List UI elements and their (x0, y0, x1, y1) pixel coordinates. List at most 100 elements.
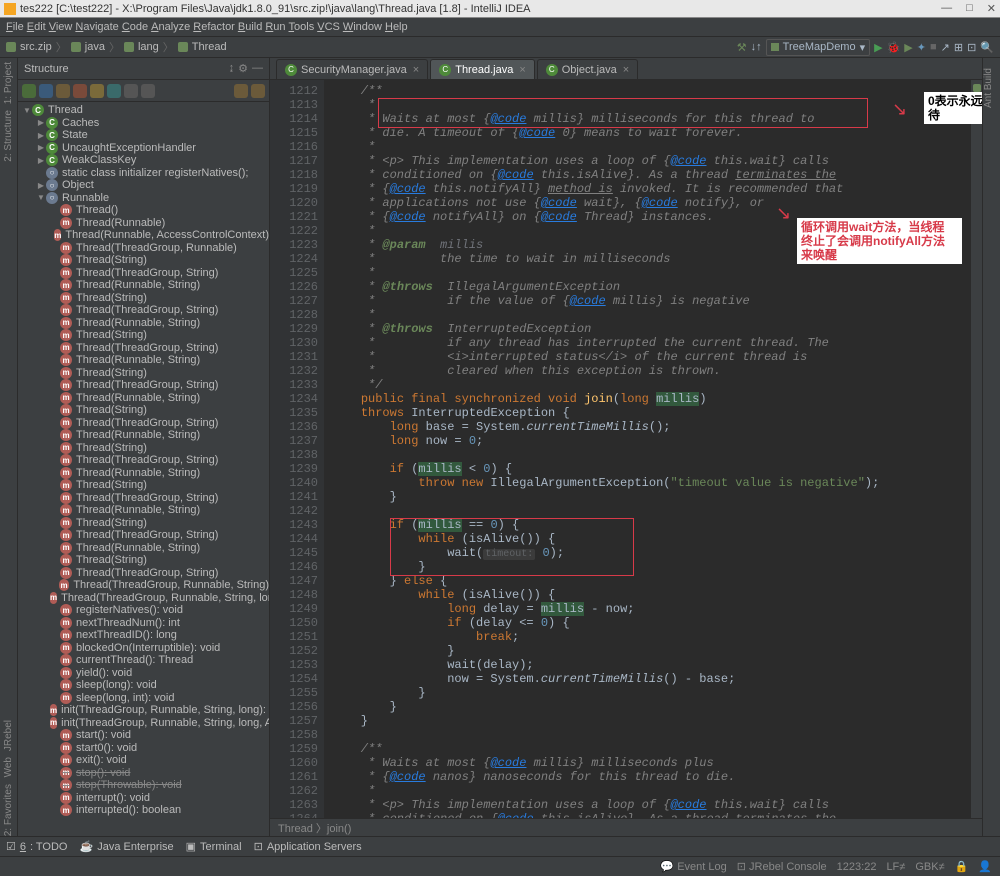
run-icon[interactable]: ▶ (874, 41, 882, 54)
line-number[interactable]: 1248 (270, 588, 318, 602)
window-controls[interactable]: — □ ✕ (941, 2, 996, 15)
tree-item[interactable]: mcurrentThread(): Thread (18, 654, 269, 667)
tree-item[interactable]: ▶CCaches (18, 117, 269, 130)
line-number[interactable]: 1225 (270, 266, 318, 280)
tree-item[interactable]: mThread() (18, 204, 269, 217)
tree-item[interactable]: mThread(Runnable, String) (18, 317, 269, 330)
line-number[interactable]: 1260 (270, 756, 318, 770)
tree-item[interactable]: mThread(String) (18, 517, 269, 530)
tree-item[interactable]: mThread(Runnable, String) (18, 354, 269, 367)
main-menu[interactable]: FileEditViewNavigateCodeAnalyzeRefactorB… (0, 18, 1000, 36)
maximize-icon[interactable]: □ (966, 2, 973, 15)
tree-item[interactable]: mThread(ThreadGroup, String) (18, 267, 269, 280)
tree-item[interactable]: mstart0(): void (18, 742, 269, 755)
tool-java-enterprise[interactable]: ☕ Java Enterprise (80, 840, 174, 853)
line-number[interactable]: 1259 (270, 742, 318, 756)
line-number[interactable]: 1219 (270, 182, 318, 196)
tree-item[interactable]: mblockedOn(Interruptible): void (18, 642, 269, 655)
tree-item[interactable]: ○static class initializer registerNative… (18, 167, 269, 180)
collapse-icon[interactable]: ↨ (229, 62, 235, 75)
tree-item[interactable]: ▶CWeakClassKey (18, 154, 269, 167)
line-number[interactable]: 1239 (270, 462, 318, 476)
line-number[interactable]: 1215 (270, 126, 318, 140)
line-number[interactable]: 1216 (270, 140, 318, 154)
line-number[interactable]: 1246 (270, 560, 318, 574)
close-tab-icon[interactable]: × (413, 64, 419, 76)
line-number[interactable]: 1212 (270, 84, 318, 98)
sort-icon[interactable] (22, 84, 36, 98)
line-number[interactable]: 1257 (270, 714, 318, 728)
hector-icon[interactable]: 👤 (978, 860, 992, 873)
tree-item[interactable]: mThread(ThreadGroup, String) (18, 342, 269, 355)
menu-window[interactable]: Window (343, 21, 382, 33)
tree-item[interactable]: mThread(ThreadGroup, String) (18, 304, 269, 317)
line-number[interactable]: 1256 (270, 700, 318, 714)
line-number[interactable]: 1247 (270, 574, 318, 588)
line-number[interactable]: 1254 (270, 672, 318, 686)
line-number[interactable]: 1221 (270, 210, 318, 224)
tree-item[interactable]: mThread(String) (18, 367, 269, 380)
tree-item[interactable]: mThread(ThreadGroup, String) (18, 417, 269, 430)
line-number[interactable]: 1226 (270, 280, 318, 294)
tree-item[interactable]: mThread(Runnable, String) (18, 392, 269, 405)
line-number[interactable]: 1234 (270, 392, 318, 406)
close-icon[interactable]: ✕ (987, 2, 996, 15)
tree-item[interactable]: ▶CUncaughtExceptionHandler (18, 142, 269, 155)
ant-tool[interactable]: Ant Build (983, 68, 994, 108)
close-tab-icon[interactable]: × (519, 64, 525, 76)
tool1-icon[interactable]: ↗ (941, 41, 950, 54)
tree-item[interactable]: msleep(long): void (18, 679, 269, 692)
close-tab-icon[interactable]: × (623, 64, 629, 76)
breadcrumb-path[interactable]: Thread 〉join() (278, 820, 351, 836)
line-number[interactable]: 1253 (270, 658, 318, 672)
menu-code[interactable]: Code (122, 21, 148, 33)
favorites-tool[interactable]: 2: Favorites (3, 784, 14, 836)
tree-item[interactable]: mThread(ThreadGroup, String) (18, 492, 269, 505)
line-number[interactable]: 1264 (270, 812, 318, 818)
tree-item[interactable]: mThread(String) (18, 254, 269, 267)
code-editor[interactable]: 0表示永远等待 ↘ 循环调用wait方法，当线程 终止了会调用notifyAll… (324, 80, 970, 818)
tree-item[interactable]: mstop(Throwable): void (18, 779, 269, 792)
tree-item[interactable]: mnextThreadID(): long (18, 629, 269, 642)
tool-terminal[interactable]: ▣ Terminal (186, 840, 242, 853)
settings-icon[interactable]: ⊡ (967, 41, 976, 54)
tree-item[interactable]: ▼○Runnable (18, 192, 269, 205)
tree-item[interactable]: ▶○Object (18, 179, 269, 192)
structure-toolbar[interactable] (18, 80, 269, 102)
tree-item[interactable]: minit(ThreadGroup, Runnable, String, lon… (18, 717, 269, 730)
menu-build[interactable]: Build (238, 21, 262, 33)
jrebel-tool[interactable]: JRebel (3, 720, 14, 751)
tree-item[interactable]: mThread(String) (18, 554, 269, 567)
line-number[interactable]: 1258 (270, 728, 318, 742)
tree-item[interactable]: msleep(long, int): void (18, 692, 269, 705)
menu-navigate[interactable]: Navigate (75, 21, 118, 33)
line-number[interactable]: 1263 (270, 798, 318, 812)
line-number[interactable]: 1252 (270, 644, 318, 658)
tree-item[interactable]: mregisterNatives(): void (18, 604, 269, 617)
tab-Object.java[interactable]: CObject.java× (537, 59, 638, 79)
line-separator[interactable]: LF≠ (886, 861, 905, 873)
line-number[interactable]: 1220 (270, 196, 318, 210)
line-gutter[interactable]: 1212121312141215121612171218121912201221… (270, 80, 324, 818)
editor-breadcrumb[interactable]: Thread 〉join() (270, 818, 982, 836)
tool2-icon[interactable]: ⊞ (954, 41, 963, 54)
line-number[interactable]: 1233 (270, 378, 318, 392)
bottom-tool-panel[interactable]: ☑ 6: TODO☕ Java Enterprise▣ Terminal⊡ Ap… (0, 836, 1000, 856)
tree-item[interactable]: mThread(Runnable, String) (18, 429, 269, 442)
line-number[interactable]: 1237 (270, 434, 318, 448)
tree-item[interactable]: mThread(ThreadGroup, String) (18, 567, 269, 580)
line-number[interactable]: 1230 (270, 336, 318, 350)
encoding[interactable]: GBK≠ (915, 861, 944, 873)
web-tool[interactable]: Web (3, 757, 14, 777)
tree-item[interactable]: mThread(ThreadGroup, String) (18, 379, 269, 392)
caret-position[interactable]: 1223:22 (837, 861, 877, 873)
tree-item[interactable]: mThread(String) (18, 292, 269, 305)
tab-Thread.java[interactable]: CThread.java× (430, 59, 535, 79)
menu-analyze[interactable]: Analyze (151, 21, 190, 33)
tree-item[interactable]: mThread(String) (18, 442, 269, 455)
line-number[interactable]: 1214 (270, 112, 318, 126)
gear-icon[interactable]: ⚙ (238, 62, 248, 75)
run-config-select[interactable]: TreeMapDemo ▾ (766, 39, 870, 56)
menu-help[interactable]: Help (385, 21, 408, 33)
line-number[interactable]: 1240 (270, 476, 318, 490)
